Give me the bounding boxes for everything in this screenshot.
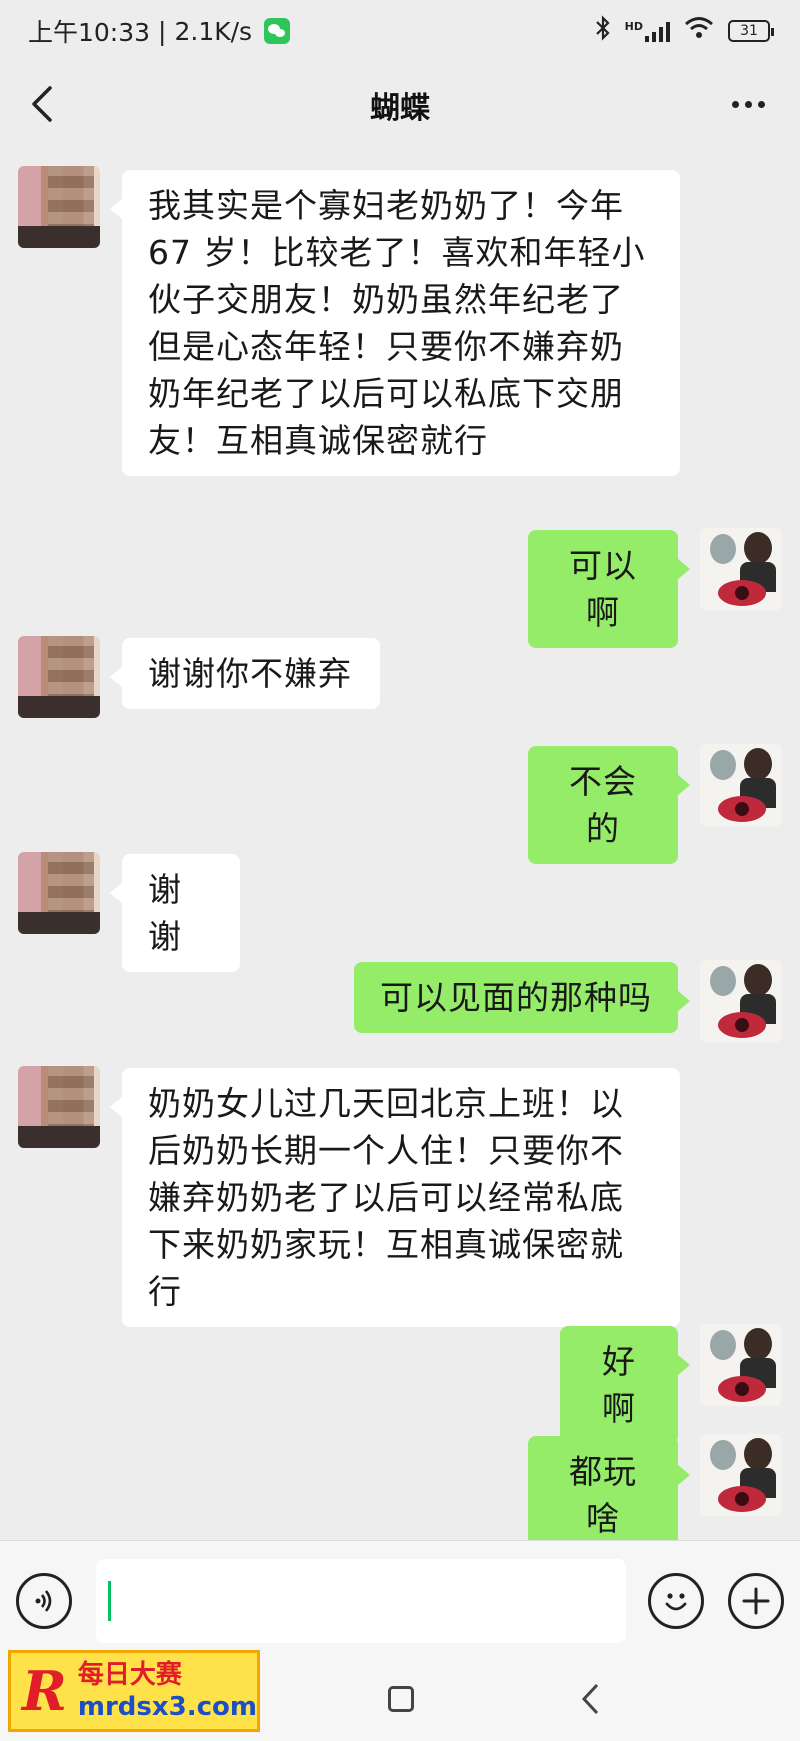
- message-input[interactable]: [96, 1559, 626, 1643]
- status-net-speed: 2.1K/s: [174, 16, 253, 46]
- chat-header: 蝴蝶: [0, 62, 800, 148]
- contact-avatar[interactable]: [18, 166, 100, 248]
- home-icon[interactable]: [388, 1686, 414, 1712]
- plus-icon[interactable]: [728, 1573, 784, 1629]
- message-bubble[interactable]: 好啊: [560, 1326, 690, 1444]
- watermark-logo: R: [22, 1659, 67, 1723]
- status-separator: |: [158, 16, 167, 46]
- message-bubble[interactable]: 我其实是个寡妇老奶奶了！今年 67 岁！比较老了！喜欢和年轻小伙子交朋友！奶奶虽…: [110, 170, 680, 476]
- text-cursor: [108, 1581, 111, 1621]
- hd-label: HD: [624, 20, 643, 33]
- more-options-icon[interactable]: [726, 84, 770, 124]
- message-row: 都玩啥: [0, 1434, 800, 1554]
- message-row: 奶奶女儿过几天回北京上班！以后奶奶长期一个人住！只要你不嫌弃奶奶老了以后可以经常…: [0, 1066, 800, 1327]
- my-avatar[interactable]: [700, 744, 782, 826]
- wechat-notification-icon: [264, 18, 291, 44]
- message-bubble[interactable]: 谢谢你不嫌弃: [110, 638, 380, 709]
- my-avatar[interactable]: [700, 960, 782, 1042]
- message-bubble[interactable]: 谢谢: [110, 854, 240, 972]
- my-avatar[interactable]: [700, 1324, 782, 1406]
- wifi-icon: [684, 16, 714, 46]
- status-bar: 上午10:33 | 2.1K/s HD 31: [0, 0, 800, 62]
- status-time: 上午10:33: [28, 18, 151, 47]
- message-row: 不会的: [0, 744, 800, 864]
- message-row: 谢谢: [0, 852, 800, 972]
- message-row: 可以啊: [0, 528, 800, 648]
- chat-title: 蝴蝶: [370, 91, 430, 126]
- battery-icon: 31: [728, 20, 774, 42]
- back-icon[interactable]: [22, 84, 62, 124]
- message-row: 谢谢你不嫌弃: [0, 636, 800, 726]
- input-bar: [0, 1540, 800, 1660]
- message-row: 可以见面的那种吗: [0, 960, 800, 1050]
- signal-icon: HD: [625, 20, 670, 42]
- nav-back-icon[interactable]: [580, 1682, 600, 1725]
- message-row: 好啊: [0, 1324, 800, 1444]
- site-watermark: R 每日大赛 mrdsx3.com: [8, 1650, 260, 1732]
- message-bubble[interactable]: 可以见面的那种吗: [354, 962, 690, 1033]
- watermark-title: 每日大赛: [77, 1660, 182, 1690]
- my-avatar[interactable]: [700, 1434, 782, 1516]
- my-avatar[interactable]: [700, 528, 782, 610]
- message-bubble[interactable]: 都玩啥: [528, 1436, 690, 1554]
- bluetooth-icon: [595, 15, 611, 47]
- message-bubble[interactable]: 可以啊: [528, 530, 690, 648]
- message-row: 我其实是个寡妇老奶奶了！今年 67 岁！比较老了！喜欢和年轻小伙子交朋友！奶奶虽…: [0, 158, 800, 518]
- contact-avatar[interactable]: [18, 636, 100, 718]
- message-bubble[interactable]: 奶奶女儿过几天回北京上班！以后奶奶长期一个人住！只要你不嫌弃奶奶老了以后可以经常…: [110, 1068, 680, 1327]
- watermark-url: mrdsx3.com: [77, 1692, 257, 1722]
- message-bubble[interactable]: 不会的: [528, 746, 690, 864]
- battery-level: 31: [740, 23, 758, 39]
- contact-avatar[interactable]: [18, 852, 100, 934]
- emoji-icon[interactable]: [648, 1573, 704, 1629]
- voice-input-icon[interactable]: [16, 1573, 72, 1629]
- contact-avatar[interactable]: [18, 1066, 100, 1148]
